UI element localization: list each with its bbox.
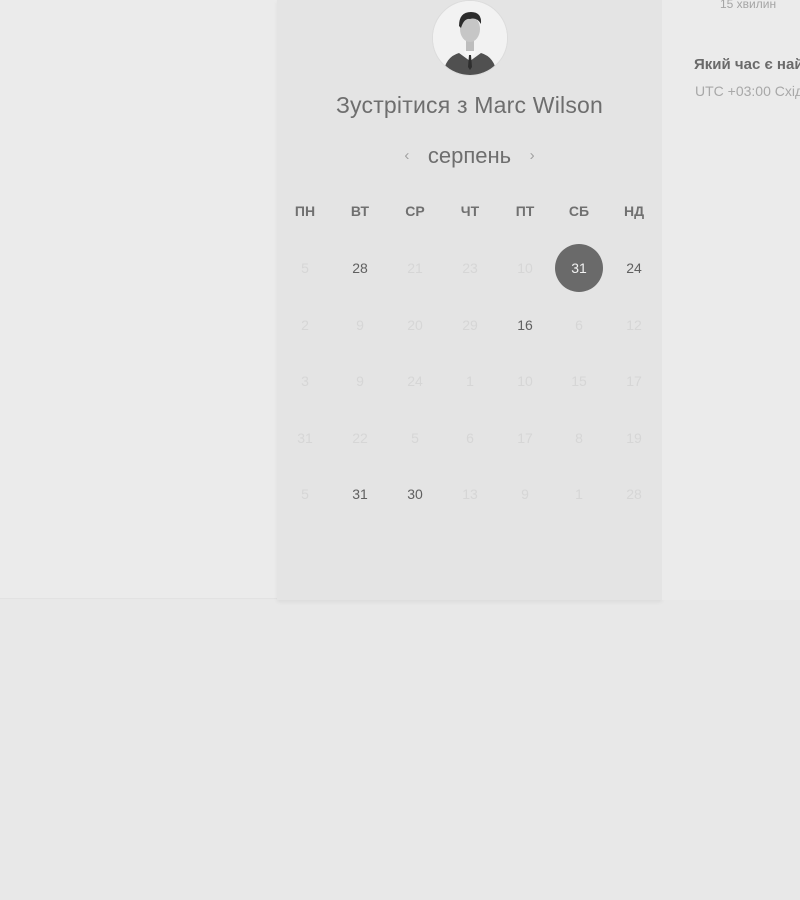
calendar-day-unavailable: 13 — [462, 486, 478, 502]
month-label: серпень — [427, 143, 512, 168]
calendar-day-unavailable: 6 — [575, 317, 583, 333]
weekday-label: СР — [405, 203, 425, 219]
calendar-day-unavailable: 1 — [575, 486, 583, 502]
calendar-day-selected[interactable]: 31 — [555, 244, 603, 292]
weekday-label: ЧТ — [460, 203, 480, 219]
meeting-duration: 15 хвилин — [720, 0, 777, 11]
calendar-day-unavailable: 29 — [462, 317, 478, 333]
calendar-day-unavailable: 3 — [301, 373, 309, 389]
weekday-label: НД — [623, 203, 645, 219]
timezone-label[interactable]: UTC +03:00 Східноєвропейський час — [695, 83, 800, 99]
calendar-day-available[interactable]: 30 — [391, 470, 439, 518]
calendar-day-unavailable: 19 — [626, 430, 642, 446]
calendar-day-unavailable: 22 — [352, 430, 368, 446]
calendar-day-unavailable: 21 — [407, 260, 423, 276]
host-avatar — [432, 0, 508, 76]
calendar-day-unavailable: 23 — [462, 260, 478, 276]
calendar-day-unavailable: 20 — [407, 317, 423, 333]
calendar-day-unavailable: 5 — [301, 486, 309, 502]
left-panel — [0, 0, 277, 599]
calendar-day-available[interactable]: 16 — [501, 301, 549, 349]
calendar-day-unavailable: 9 — [521, 486, 529, 502]
calendar-day-available[interactable]: 24 — [610, 244, 658, 292]
calendar-day-unavailable: 12 — [626, 317, 642, 333]
calendar-day-unavailable: 9 — [356, 373, 364, 389]
chevron-right-icon[interactable]: › — [525, 145, 539, 167]
calendar-day-unavailable: 5 — [411, 430, 419, 446]
chevron-left-icon[interactable]: ‹ — [400, 145, 414, 167]
booking-calendar-card: Зустрітися з Marc Wilson ‹ серпень › ПН В… — [277, 0, 662, 600]
calendar-day-unavailable: 9 — [356, 317, 364, 333]
month-navigation: ‹ серпень › — [277, 140, 662, 172]
weekday-label: ПН — [294, 203, 316, 219]
calendar-day-unavailable: 2 — [301, 317, 309, 333]
calendar-day-unavailable: 17 — [517, 430, 533, 446]
weekday-label: ВТ — [350, 203, 370, 219]
page-title: Зустрітися з Marc Wilson — [335, 92, 604, 118]
calendar-day-unavailable: 5 — [301, 260, 309, 276]
calendar-day-available[interactable]: 31 — [336, 470, 384, 518]
calendar-day-unavailable: 1 — [466, 373, 474, 389]
time-question-heading: Який час є найкращим? — [694, 56, 800, 73]
calendar-day-unavailable: 15 — [571, 373, 587, 389]
calendar-day-unavailable: 10 — [517, 373, 533, 389]
calendar-day-unavailable: 8 — [575, 430, 583, 446]
weekday-label: ПТ — [515, 203, 535, 219]
calendar-day-unavailable: 6 — [466, 430, 474, 446]
calendar-day-unavailable: 24 — [407, 373, 423, 389]
calendar-day-available[interactable]: 28 — [336, 244, 384, 292]
calendar-day-unavailable: 28 — [626, 486, 642, 502]
calendar-day-unavailable: 31 — [297, 430, 313, 446]
time-selection-panel: 15 хвилин Який час є найкращим? UTC +03:… — [662, 0, 800, 600]
calendar-day-unavailable: 10 — [517, 260, 533, 276]
weekday-label: СБ — [568, 203, 590, 219]
calendar-day-unavailable: 17 — [626, 373, 642, 389]
